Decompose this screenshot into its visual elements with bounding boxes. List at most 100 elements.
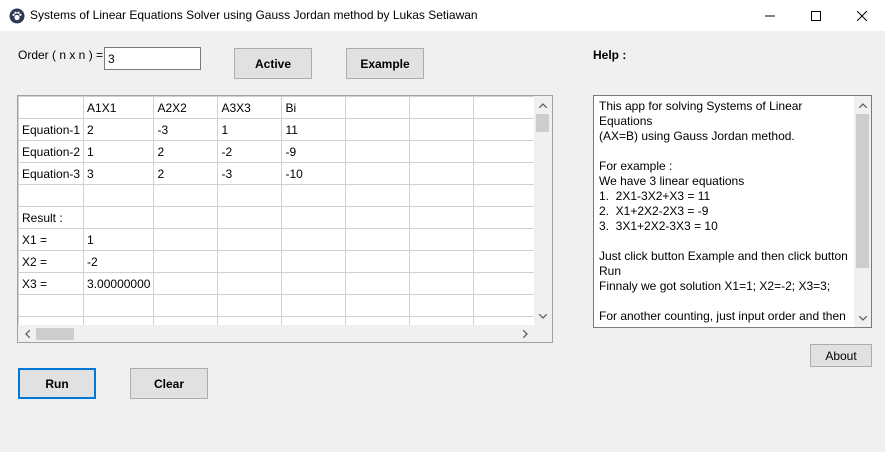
help-vertical-scrollbar[interactable] <box>854 96 871 327</box>
grid-cell[interactable] <box>345 228 411 251</box>
grid-cell[interactable] <box>217 184 283 207</box>
grid-cell[interactable] <box>345 294 411 317</box>
grid-cell[interactable] <box>409 206 475 229</box>
window-title: Systems of Linear Equations Solver using… <box>30 8 478 22</box>
grid-cell[interactable] <box>153 184 219 207</box>
close-button[interactable] <box>839 0 885 31</box>
grid-vertical-scrollbar[interactable] <box>534 96 552 325</box>
grid-cell[interactable]: -3 <box>153 118 219 141</box>
grid-cell[interactable] <box>409 294 475 317</box>
grid-cell[interactable] <box>409 250 475 273</box>
grid-cell[interactable] <box>83 184 155 207</box>
paw-icon <box>9 8 25 24</box>
grid-cell[interactable]: -2 <box>217 140 283 163</box>
grid-cell[interactable]: 1 <box>83 228 155 251</box>
grid-horizontal-thumb[interactable] <box>36 328 74 340</box>
run-button[interactable]: Run <box>18 368 96 399</box>
example-button[interactable]: Example <box>346 48 424 79</box>
scroll-left-icon[interactable] <box>18 325 36 342</box>
scroll-right-icon[interactable] <box>516 325 534 342</box>
minimize-button[interactable] <box>747 0 793 31</box>
grid-cell[interactable] <box>473 184 539 207</box>
grid-column-header: A3X3 <box>217 96 283 119</box>
grid-cell[interactable] <box>153 206 219 229</box>
grid-cell[interactable]: -10 <box>281 162 347 185</box>
grid-cell[interactable] <box>409 184 475 207</box>
grid-cell[interactable] <box>345 184 411 207</box>
grid-cell[interactable] <box>281 294 347 317</box>
grid-cell[interactable] <box>153 250 219 273</box>
grid-cell[interactable] <box>281 228 347 251</box>
help-textbox[interactable]: This app for solving Systems of Linear E… <box>593 95 872 328</box>
grid-cell[interactable] <box>217 206 283 229</box>
grid-cell[interactable] <box>409 162 475 185</box>
grid-cell[interactable] <box>281 184 347 207</box>
grid-cell[interactable] <box>281 272 347 295</box>
grid-cell[interactable] <box>153 228 219 251</box>
grid-cell[interactable] <box>473 228 539 251</box>
scroll-up-icon[interactable] <box>534 96 552 114</box>
grid-cell[interactable] <box>409 118 475 141</box>
order-input[interactable] <box>104 47 201 70</box>
grid-cell[interactable]: 11 <box>281 118 347 141</box>
grid-cell[interactable]: 2 <box>153 162 219 185</box>
grid-horizontal-scrollbar[interactable] <box>18 325 534 342</box>
grid-corner-cell <box>18 96 85 119</box>
grid-row-header: Equation-3 <box>18 162 85 185</box>
grid-row: X1 = 1 <box>18 228 539 251</box>
grid-vertical-thumb[interactable] <box>536 114 549 132</box>
active-button[interactable]: Active <box>234 48 312 79</box>
grid-cell[interactable] <box>153 294 219 317</box>
minimize-icon <box>765 15 775 16</box>
grid-cell[interactable] <box>473 206 539 229</box>
grid-cell[interactable]: 2 <box>83 118 155 141</box>
grid-cell[interactable]: -2 <box>83 250 155 273</box>
scroll-corner <box>534 325 552 342</box>
grid-cell[interactable]: -3 <box>217 162 283 185</box>
clear-button[interactable]: Clear <box>130 368 208 399</box>
grid-row <box>18 294 539 317</box>
grid-cell[interactable] <box>83 294 155 317</box>
grid-cell[interactable]: 1 <box>217 118 283 141</box>
help-scroll-down-icon[interactable] <box>854 309 871 327</box>
grid-cell[interactable] <box>409 228 475 251</box>
grid-row: Equation-2 1 2 -2 -9 <box>18 140 539 163</box>
grid-row: X3 = 3.00000000 <box>18 272 539 295</box>
maximize-button[interactable] <box>793 0 839 31</box>
grid-row-header <box>18 294 85 317</box>
grid-cell[interactable] <box>217 228 283 251</box>
grid-cell[interactable]: 3 <box>83 162 155 185</box>
grid-cell[interactable] <box>281 250 347 273</box>
grid-cell[interactable] <box>153 272 219 295</box>
grid-header-row: A1X1 A2X2 A3X3 Bi <box>18 96 539 119</box>
grid-cell[interactable] <box>473 140 539 163</box>
grid-cell[interactable]: 1 <box>83 140 155 163</box>
matrix-grid[interactable]: A1X1 A2X2 A3X3 Bi Equation-1 2 -3 1 11 Equation-2… <box>17 95 553 343</box>
grid-cell[interactable] <box>83 206 155 229</box>
grid-cell[interactable] <box>473 294 539 317</box>
grid-cell[interactable] <box>473 118 539 141</box>
grid-cell[interactable] <box>345 140 411 163</box>
grid-cell[interactable] <box>345 250 411 273</box>
help-vertical-thumb[interactable] <box>856 114 869 268</box>
grid-cell[interactable]: 2 <box>153 140 219 163</box>
grid-cell[interactable] <box>281 206 347 229</box>
grid-cell[interactable] <box>473 272 539 295</box>
grid-row-header: X1 = <box>18 228 85 251</box>
grid-cell[interactable]: -9 <box>281 140 347 163</box>
grid-cell[interactable] <box>473 162 539 185</box>
grid-cell[interactable] <box>409 272 475 295</box>
grid-cell[interactable] <box>217 272 283 295</box>
grid-cell[interactable]: 3.00000000 <box>83 272 155 295</box>
grid-cell[interactable] <box>473 250 539 273</box>
grid-cell[interactable] <box>345 162 411 185</box>
grid-cell[interactable] <box>345 272 411 295</box>
grid-cell[interactable] <box>345 206 411 229</box>
about-button[interactable]: About <box>810 344 872 367</box>
grid-cell[interactable] <box>217 250 283 273</box>
grid-cell[interactable] <box>217 294 283 317</box>
grid-cell[interactable] <box>345 118 411 141</box>
help-scroll-up-icon[interactable] <box>854 96 871 114</box>
grid-cell[interactable] <box>409 140 475 163</box>
scroll-down-icon[interactable] <box>534 307 552 325</box>
